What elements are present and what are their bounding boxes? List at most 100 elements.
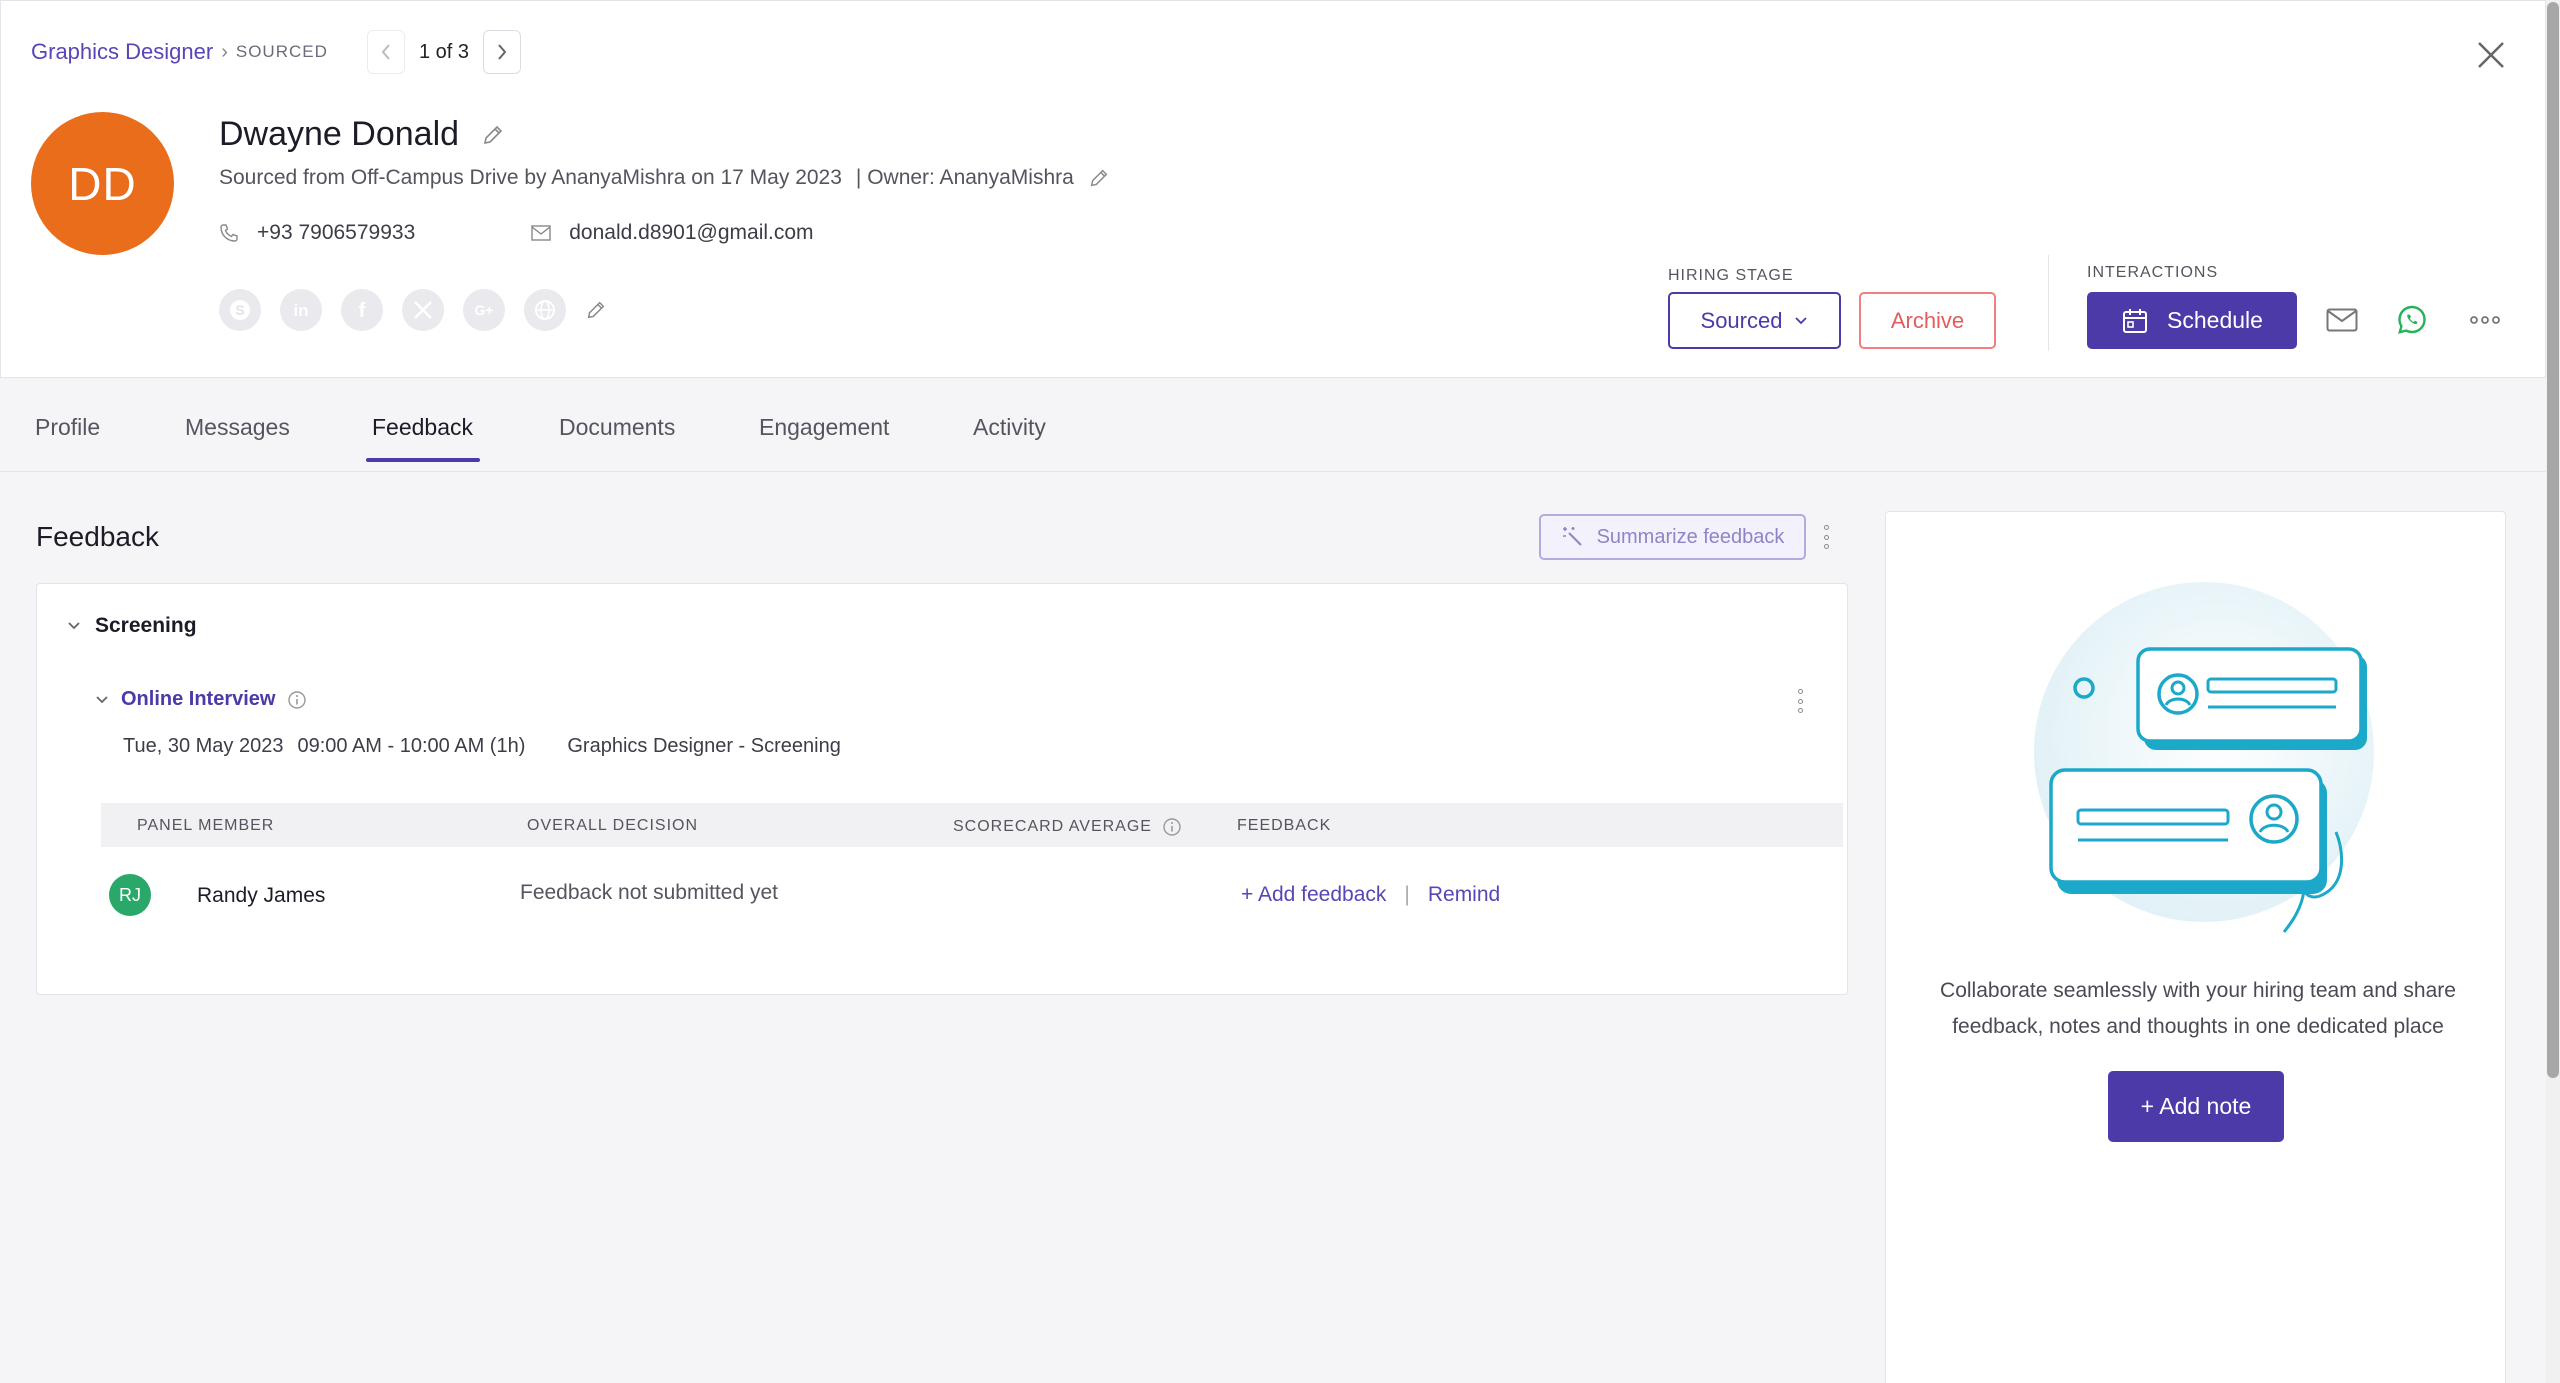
svg-text:in: in (293, 301, 308, 320)
breadcrumb: Graphics Designer › SOURCED (31, 39, 328, 65)
header-divider (2048, 255, 2049, 351)
chevron-down-icon (1795, 316, 1808, 324)
notes-description: Collaborate seamlessly with your hiring … (1908, 973, 2488, 1045)
table-row (101, 847, 1843, 937)
schedule-button[interactable]: Schedule (2087, 292, 2297, 349)
candidate-header: Graphics Designer › SOURCED 1 of 3 DD Dw… (0, 0, 2546, 378)
mail-icon (531, 225, 551, 241)
header-scorecard-average: SCORECARD AVERAGE (953, 817, 1182, 837)
screening-label: Screening (95, 614, 197, 637)
chevron-down-icon (68, 622, 80, 630)
breadcrumb-job-link[interactable]: Graphics Designer (31, 39, 213, 65)
kebab-dot (1797, 689, 1803, 694)
calendar-icon (2123, 308, 2148, 333)
remind-link[interactable]: Remind (1428, 883, 1500, 907)
scrollbar-thumb[interactable] (2547, 2, 2559, 1078)
candidate-name-row: Dwayne Donald (219, 115, 505, 154)
linkedin-icon[interactable]: in (280, 289, 322, 331)
hiring-stage-label: HIRING STAGE (1668, 267, 1794, 284)
screening-toggle[interactable]: Screening (67, 614, 197, 638)
interview-options-button[interactable] (1792, 686, 1808, 716)
tab-engagement[interactable]: Engagement (759, 414, 889, 441)
phone-contact[interactable]: +93 7906579933 (219, 221, 415, 245)
email-action-button[interactable] (2323, 301, 2361, 339)
archive-button[interactable]: Archive (1859, 292, 1996, 349)
candidate-avatar: DD (31, 112, 174, 255)
sourced-info: Sourced from Off-Campus Drive by AnanyaM… (219, 166, 842, 189)
previous-candidate-button[interactable] (367, 30, 405, 74)
next-candidate-button[interactable] (483, 30, 522, 74)
overall-decision: Feedback not submitted yet (520, 881, 778, 904)
kebab-dot (1823, 544, 1829, 549)
chevron-down-icon (96, 695, 108, 703)
more-options-button[interactable] (2465, 301, 2505, 339)
interview-meta: Tue, 30 May 2023 09:00 AM - 10:00 AM (1h… (123, 735, 841, 758)
interview-job: Graphics Designer - Screening (567, 735, 841, 757)
notes-panel: Collaborate seamlessly with your hiring … (1885, 511, 2506, 1383)
edit-social-icon[interactable] (585, 299, 607, 321)
interactions-label: INTERACTIONS (2087, 264, 2219, 281)
more-horizontal-icon (2470, 316, 2500, 324)
notes-description-line-2: feedback, notes and thoughts in one dedi… (1952, 1015, 2444, 1038)
facebook-icon[interactable]: f (341, 289, 383, 331)
social-links: S in f G+ (219, 289, 607, 331)
tab-profile[interactable]: Profile (35, 414, 100, 441)
candidate-pager: 1 of 3 (367, 30, 522, 74)
breadcrumb-stage: SOURCED (235, 42, 328, 61)
pager-count: 1 of 3 (419, 40, 470, 63)
schedule-label: Schedule (2167, 307, 2263, 333)
edit-name-icon[interactable] (481, 123, 505, 147)
panel-member-name: Randy James (197, 884, 326, 907)
info-icon[interactable] (287, 690, 307, 710)
interview-title: Online Interview (121, 688, 276, 710)
close-icon (2478, 42, 2504, 68)
phone-icon (220, 224, 238, 242)
candidate-tabs: Profile Messages Feedback Documents Enga… (0, 378, 2546, 472)
info-icon[interactable] (1162, 817, 1182, 837)
x-icon[interactable] (402, 289, 444, 331)
tab-activity[interactable]: Activity (973, 414, 1046, 441)
candidate-name: Dwayne Donald (219, 115, 460, 153)
svg-text:S: S (235, 302, 244, 318)
close-button[interactable] (2471, 35, 2511, 75)
active-tab-indicator (366, 458, 480, 462)
kebab-dot (1823, 534, 1829, 540)
add-feedback-link[interactable]: + Add feedback (1241, 883, 1386, 907)
header-scorecard-label: SCORECARD AVERAGE (953, 818, 1152, 835)
tab-feedback[interactable]: Feedback (372, 414, 473, 441)
avatar: RJ (109, 874, 151, 916)
phone-number: +93 7906579933 (257, 221, 416, 244)
mail-icon (2326, 308, 2358, 332)
whatsapp-icon (2398, 305, 2426, 334)
feedback-card: Screening Online Interview Tue, 30 May 2… (36, 583, 1848, 995)
interview-toggle[interactable]: Online Interview (95, 688, 307, 711)
email-address: donald.d8901@gmail.com (569, 221, 814, 244)
tab-documents[interactable]: Documents (559, 414, 675, 441)
header-overall-decision: OVERALL DECISION (527, 817, 699, 834)
feedback-options-button[interactable] (1818, 522, 1834, 552)
interview-date: Tue, 30 May 2023 (123, 735, 284, 757)
chevron-right-icon (498, 44, 507, 60)
notes-description-line-1: Collaborate seamlessly with your hiring … (1940, 979, 2456, 1002)
chevron-right-icon: › (221, 40, 228, 63)
summarize-feedback-label: Summarize feedback (1596, 525, 1785, 548)
email-contact[interactable]: donald.d8901@gmail.com (531, 221, 814, 245)
collaboration-illustration (2034, 582, 2374, 933)
action-separator: | (1404, 883, 1410, 906)
feedback-actions: + Add feedback | Remind (1241, 883, 1500, 907)
owner-info: | Owner: AnanyaMishra (855, 166, 1074, 189)
sourced-info-row: Sourced from Off-Campus Drive by AnanyaM… (219, 166, 1110, 190)
edit-owner-icon[interactable] (1088, 167, 1110, 189)
summarize-feedback-button[interactable]: Summarize feedback (1539, 514, 1806, 560)
tab-messages[interactable]: Messages (185, 414, 290, 441)
kebab-dot (1797, 698, 1803, 704)
add-note-button[interactable]: + Add note (2108, 1071, 2284, 1142)
hiring-stage-dropdown[interactable]: Sourced (1668, 292, 1841, 349)
skype-icon[interactable]: S (219, 289, 261, 331)
whatsapp-button[interactable] (2393, 301, 2431, 339)
google-plus-icon[interactable]: G+ (463, 289, 505, 331)
svg-text:f: f (359, 300, 366, 322)
kebab-dot (1797, 708, 1803, 713)
website-icon[interactable] (524, 289, 566, 331)
header-panel-member: PANEL MEMBER (137, 817, 275, 834)
